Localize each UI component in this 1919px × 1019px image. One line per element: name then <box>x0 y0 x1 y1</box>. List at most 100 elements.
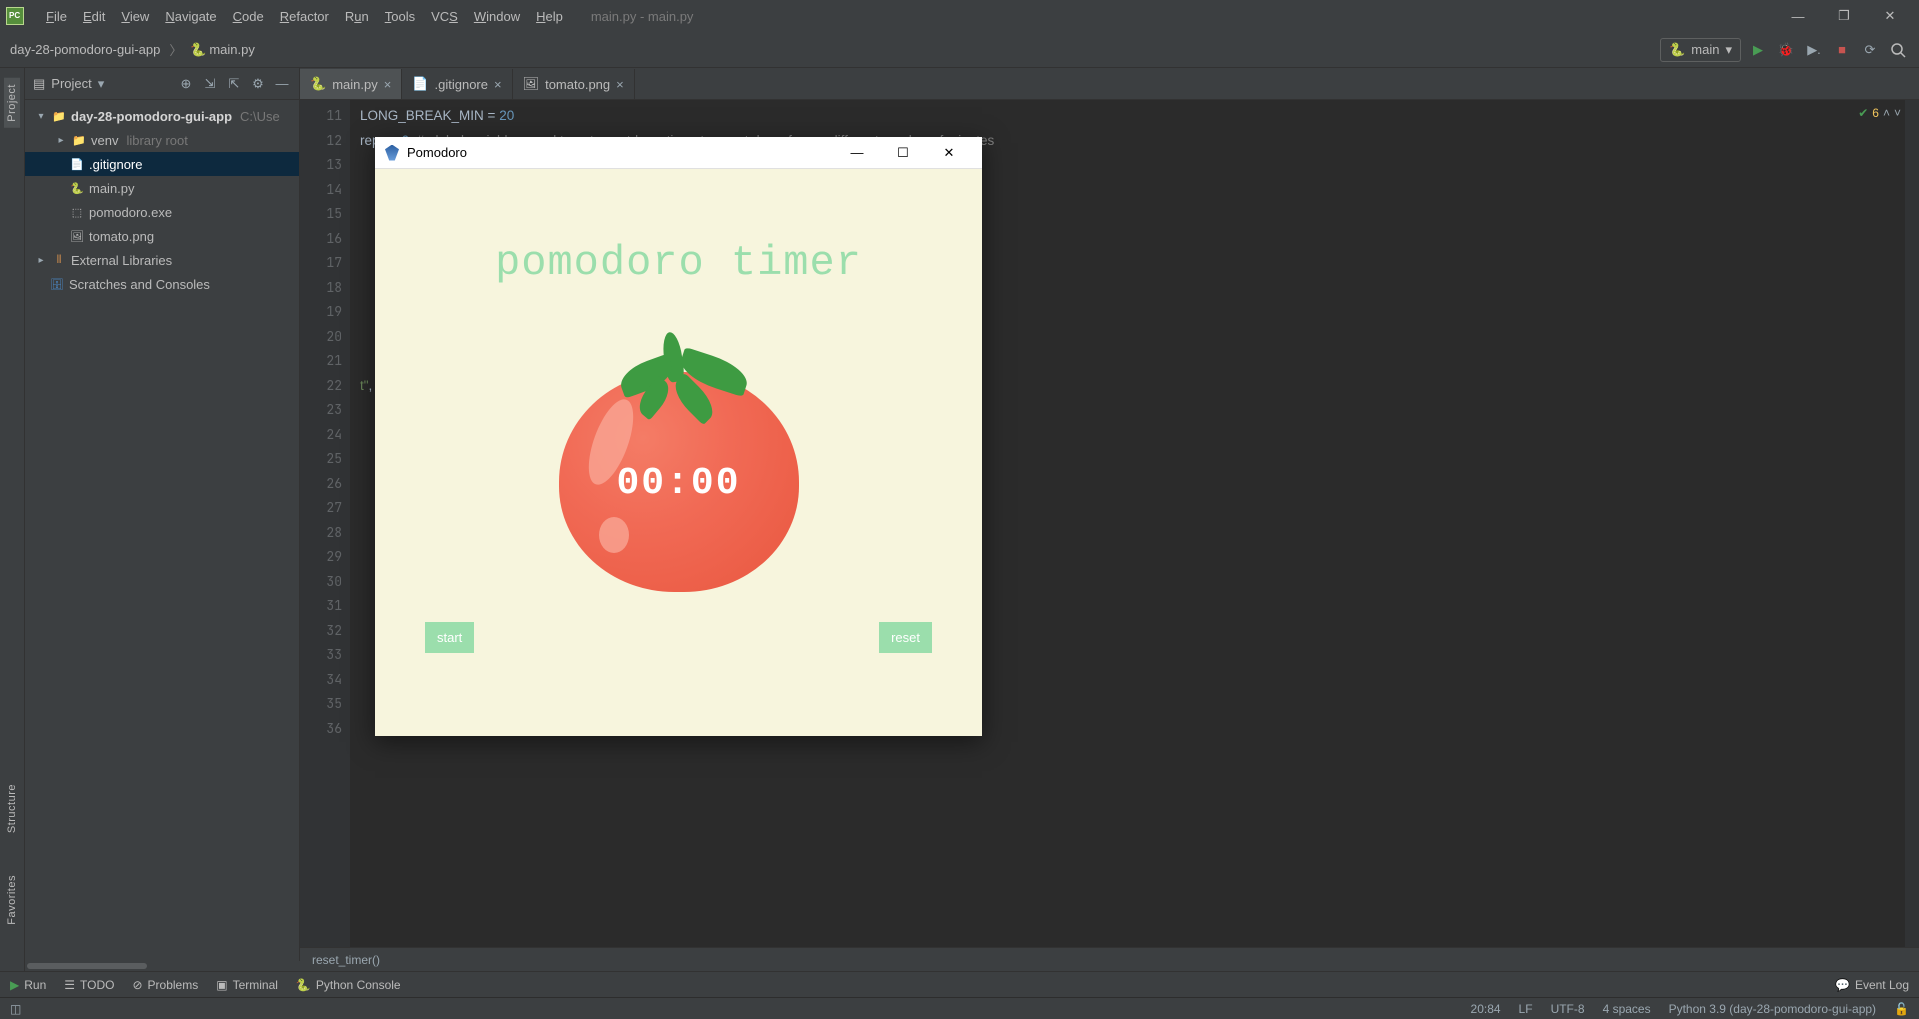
favorites-tool-tab[interactable]: Favorites <box>4 869 20 931</box>
project-horizontal-scrollbar[interactable] <box>25 961 300 971</box>
breadcrumb-file[interactable]: 🐍main.py <box>191 42 255 58</box>
image-file-icon: 🖼 <box>523 76 540 92</box>
pomodoro-titlebar[interactable]: Pomodoro — ☐ ✕ <box>375 137 982 169</box>
reset-button[interactable]: reset <box>879 622 932 653</box>
chevron-down-icon: ▾ <box>1725 42 1732 58</box>
close-tab-icon[interactable]: × <box>384 77 392 92</box>
pomodoro-window-title: Pomodoro <box>407 145 467 160</box>
event-log-button[interactable]: 💬Event Log <box>1835 978 1909 992</box>
tab-label: main.py <box>332 77 378 92</box>
project-tool-tab[interactable]: Project <box>4 78 20 128</box>
menu-code[interactable]: Code <box>225 6 272 27</box>
collapse-all-icon[interactable]: ⇱ <box>225 75 243 93</box>
problems-tool-window-button[interactable]: ⊘Problems <box>132 978 198 992</box>
structure-tool-tab[interactable]: Structure <box>4 778 20 839</box>
window-close-button[interactable]: ✕ <box>1867 0 1913 32</box>
editor-error-stripe[interactable] <box>1905 100 1919 947</box>
close-tab-icon[interactable]: × <box>616 77 624 92</box>
settings-icon[interactable]: ⚙ <box>249 75 267 93</box>
tomato-canvas: 00:00 <box>549 332 809 592</box>
pomodoro-heading-label: pomodoro timer <box>495 239 862 287</box>
python-console-button[interactable]: 🐍Python Console <box>296 978 401 992</box>
pomodoro-maximize-button[interactable]: ☐ <box>880 137 926 169</box>
select-opened-file-icon[interactable]: ⊕ <box>177 75 195 93</box>
indent-settings[interactable]: 4 spaces <box>1603 1002 1651 1016</box>
file-pomodoro-exe[interactable]: ⬚ pomodoro.exe <box>25 200 299 224</box>
file-encoding[interactable]: UTF-8 <box>1551 1002 1585 1016</box>
python-icon: 🐍 <box>1669 42 1685 58</box>
run-button[interactable]: ▶ <box>1747 39 1769 61</box>
hide-panel-icon[interactable]: — <box>273 75 291 93</box>
project-panel: ▤ Project ▾ ⊕ ⇲ ⇱ ⚙ — ▾ 📁 day-28-pomodor… <box>25 68 300 971</box>
chevron-down-icon[interactable]: ▾ <box>98 76 105 92</box>
stop-button[interactable]: ■ <box>1831 39 1853 61</box>
start-button[interactable]: start <box>425 622 474 653</box>
status-bar: ◫ 20:84 LF UTF-8 4 spaces Python 3.9 (da… <box>0 997 1919 1019</box>
window-maximize-button[interactable]: ❐ <box>1821 0 1867 32</box>
check-icon: ✔ <box>1858 106 1868 120</box>
external-libraries[interactable]: ▸ ⫴ External Libraries <box>25 248 299 272</box>
editor-tab-main-py[interactable]: 🐍 main.py × <box>300 69 402 99</box>
editor-tab-tomato-png[interactable]: 🖼 tomato.png × <box>513 69 635 99</box>
window-minimize-button[interactable]: — <box>1775 0 1821 32</box>
menu-navigate[interactable]: Navigate <box>157 6 224 27</box>
file-tomato-png[interactable]: 🖼 tomato.png <box>25 224 299 248</box>
menu-vcs[interactable]: VCS <box>423 6 466 27</box>
file-main-py[interactable]: 🐍 main.py <box>25 176 299 200</box>
run-coverage-button[interactable]: ▶. <box>1803 39 1825 61</box>
pomodoro-app-window: Pomodoro — ☐ ✕ pomodoro timer 00:00 star… <box>375 137 982 736</box>
python-interpreter[interactable]: Python 3.9 (day-28-pomodoro-gui-app) <box>1669 1002 1876 1016</box>
tk-feather-icon <box>385 145 399 161</box>
editor-breadcrumb-bar[interactable]: reset_timer() <box>300 947 1919 971</box>
todo-tool-window-button[interactable]: ☰TODO <box>64 978 114 992</box>
expand-all-icon[interactable]: ⇲ <box>201 75 219 93</box>
menu-edit[interactable]: Edit <box>75 6 113 27</box>
project-view-icon: ▤ <box>33 76 45 92</box>
navigation-bar: day-28-pomodoro-gui-app 〉 🐍main.py 🐍 mai… <box>0 32 1919 68</box>
menu-file[interactable]: File <box>38 6 75 27</box>
tool-windows-quick-access-icon[interactable]: ◫ <box>10 1002 21 1016</box>
breadcrumb-root[interactable]: day-28-pomodoro-gui-app <box>10 42 160 57</box>
update-button[interactable]: ⟳ <box>1859 39 1881 61</box>
exe-file-icon: ⬚ <box>69 204 85 220</box>
gitignore-file-icon: 📄 <box>412 76 428 92</box>
pomodoro-minimize-button[interactable]: — <box>834 137 880 169</box>
readonly-lock-icon[interactable]: 🔓 <box>1894 1002 1909 1016</box>
chevron-up-icon[interactable]: ˄ <box>1883 106 1890 120</box>
run-config-name: main <box>1691 42 1719 57</box>
python-file-icon: 🐍 <box>191 43 205 57</box>
inspections-widget[interactable]: ✔ 6 ˄ ˅ <box>1858 106 1901 120</box>
chevron-down-icon[interactable]: ˅ <box>1894 106 1901 120</box>
editor-tab-gitignore[interactable]: 📄 .gitignore × <box>402 69 512 99</box>
close-tab-icon[interactable]: × <box>494 77 502 92</box>
caret-position[interactable]: 20:84 <box>1471 1002 1501 1016</box>
pycharm-logo-icon <box>6 7 24 25</box>
line-separator[interactable]: LF <box>1519 1002 1533 1016</box>
menu-window[interactable]: Window <box>466 6 528 27</box>
bottom-tool-bar: ▶Run ☰TODO ⊘Problems ▣Terminal 🐍Python C… <box>0 971 1919 997</box>
debug-button[interactable]: 🐞 <box>1775 39 1797 61</box>
folder-icon: 📁 <box>71 132 87 148</box>
python-file-icon: 🐍 <box>69 180 85 196</box>
menu-run[interactable]: Run <box>337 6 377 27</box>
tab-label: tomato.png <box>545 77 610 92</box>
line-number-gutter[interactable]: 11 12 13 14 15 16 17 18 19 20 21 22 23 2… <box>300 100 350 947</box>
breadcrumb-function[interactable]: reset_timer() <box>312 953 380 967</box>
run-tool-window-button[interactable]: ▶Run <box>10 978 46 992</box>
project-root[interactable]: ▾ 📁 day-28-pomodoro-gui-app C:\Use <box>25 104 299 128</box>
menu-help[interactable]: Help <box>528 6 571 27</box>
venv-folder[interactable]: ▸ 📁 venv library root <box>25 128 299 152</box>
menu-tools[interactable]: Tools <box>377 6 423 27</box>
terminal-tool-window-button[interactable]: ▣Terminal <box>216 978 278 992</box>
file-gitignore[interactable]: 📄 .gitignore <box>25 152 299 176</box>
menu-view[interactable]: View <box>113 6 157 27</box>
pomodoro-close-button[interactable]: ✕ <box>926 137 972 169</box>
project-panel-title: Project <box>51 76 91 91</box>
scratches-and-consoles[interactable]: 🗄 Scratches and Consoles <box>25 272 299 296</box>
left-tool-strip: Project Structure Favorites <box>0 68 25 971</box>
run-configuration-dropdown[interactable]: 🐍 main ▾ <box>1660 38 1741 62</box>
window-doc-title: main.py - main.py <box>591 9 694 24</box>
project-tree[interactable]: ▾ 📁 day-28-pomodoro-gui-app C:\Use ▸ 📁 v… <box>25 100 299 971</box>
search-everywhere-button[interactable] <box>1887 39 1909 61</box>
menu-refactor[interactable]: Refactor <box>272 6 337 27</box>
